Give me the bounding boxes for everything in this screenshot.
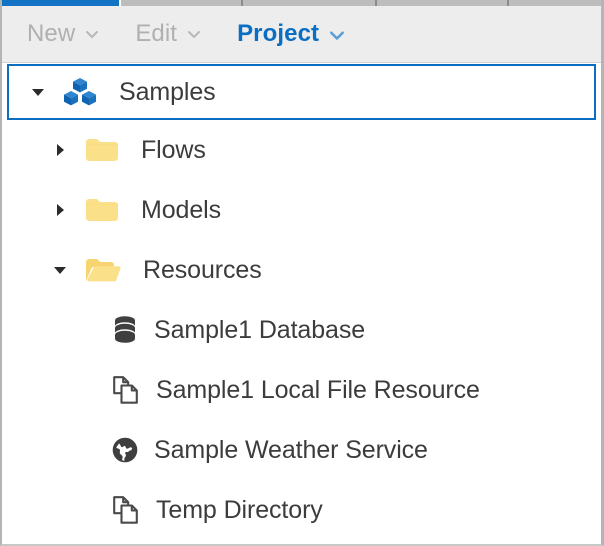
tree-node-temp-directory[interactable]: Temp Directory [2,480,601,540]
menu-new[interactable]: New [27,22,99,46]
project-tree: Samples Flows Models Resources Sample1 D… [2,64,601,544]
menu-project-label: Project [237,20,320,47]
tree-node-flows[interactable]: Flows [2,120,601,180]
tree-node-sample-weather-service[interactable]: Sample Weather Service [2,420,601,480]
tree-node-label: Samples [119,77,216,106]
tree-node-label: Sample Weather Service [154,435,428,464]
menu-new-label: New [27,20,76,47]
folder-closed-icon [85,196,119,224]
tree-node-label: Models [141,195,221,224]
chevron-down-icon [85,27,99,41]
toolbar: New Edit Project [2,6,601,63]
twisty-expanded-icon[interactable] [49,259,71,281]
twisty-expanded-icon[interactable] [27,81,49,103]
folder-closed-icon [85,136,119,164]
twisty-collapsed-icon[interactable] [49,199,71,221]
tree-node-sample1-local-file-resource[interactable]: Sample1 Local File Resource [2,360,601,420]
project-explorer-window: New Edit Project Samples Flows Models Re… [0,0,604,546]
chevron-down-icon [187,27,201,41]
database-icon [112,315,138,345]
globe-icon [112,437,138,463]
tree-node-label: Resources [143,255,262,284]
tree-node-sample1-database[interactable]: Sample1 Database [2,300,601,360]
folder-open-icon [85,256,121,284]
twisty-collapsed-icon[interactable] [49,139,71,161]
file-copy-icon [112,495,140,525]
menu-edit[interactable]: Edit [135,22,201,46]
package-cubes-icon [63,75,97,109]
menu-edit-label: Edit [135,20,178,47]
tree-node-label: Temp Directory [156,495,323,524]
tree-node-label: Flows [141,135,206,164]
menu-project[interactable]: Project [237,20,345,47]
tree-node-label: Sample1 Database [154,315,366,344]
file-copy-icon [112,375,140,405]
tree-node-resources[interactable]: Resources [2,240,601,300]
tree-node-label: Sample1 Local File Resource [156,375,480,404]
tree-node-samples[interactable]: Samples [7,64,596,120]
tree-node-models[interactable]: Models [2,180,601,240]
chevron-down-icon [329,27,345,41]
